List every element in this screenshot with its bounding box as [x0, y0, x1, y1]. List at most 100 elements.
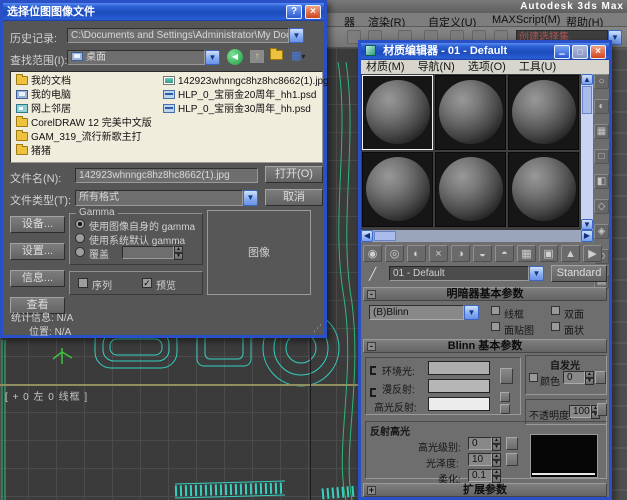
opacity-map-button[interactable]: [597, 403, 607, 416]
slots-horizontal-scrollbar[interactable]: ◀ ▶: [361, 230, 593, 242]
show-end-result-button[interactable]: ▣: [539, 245, 558, 262]
list-item[interactable]: HLP_0_宝丽金20周年_hh1.psd: [163, 90, 316, 103]
material-editor-titlebar[interactable]: 材质编辑器 - 01 - Default ▁ □ ×: [361, 43, 609, 60]
lookin-dropdown-arrow[interactable]: ▼: [205, 50, 220, 65]
color-label[interactable]: 颜色: [540, 373, 560, 388]
sample-type-button[interactable]: ○: [594, 74, 609, 89]
reset-map-button[interactable]: ×: [429, 245, 448, 262]
specular-level-spinner[interactable]: ▲▼: [492, 437, 501, 451]
menu-utilities[interactable]: 工具(U): [519, 61, 556, 73]
pick-material-eyedropper[interactable]: ╱: [369, 267, 383, 281]
faceted-checkbox[interactable]: [551, 322, 560, 331]
menu-material[interactable]: 材质(M): [366, 61, 405, 73]
list-item[interactable]: 网上邻居: [16, 104, 71, 117]
help-button[interactable]: ?: [286, 5, 302, 19]
shader-dropdown-arrow[interactable]: ▼: [464, 305, 479, 320]
specular-level-value[interactable]: 0: [468, 437, 492, 450]
show-map-in-viewport-button[interactable]: ▦: [517, 245, 536, 262]
history-dropdown-arrow[interactable]: ▼: [289, 28, 304, 43]
glossiness-spinner[interactable]: ▲▼: [492, 453, 501, 467]
menu-navigation[interactable]: 导航(N): [418, 61, 455, 73]
put-material-to-scene-button[interactable]: ◎: [385, 245, 404, 262]
gamma-image-radio[interactable]: [75, 219, 85, 229]
material-id-channel-button[interactable]: ◓: [495, 245, 514, 262]
filetype-dropdown-arrow[interactable]: ▼: [243, 190, 258, 206]
video-color-check-button[interactable]: ◧: [594, 174, 609, 189]
scroll-thumb[interactable]: [582, 86, 592, 114]
preview-label[interactable]: 预览: [156, 277, 176, 292]
two-sided-label[interactable]: 双面: [564, 306, 584, 321]
scroll-thumb[interactable]: [374, 231, 396, 241]
faceted-label[interactable]: 面状: [564, 322, 584, 337]
shader-basic-params-rollout[interactable]: - 明暗器基本参数: [363, 287, 607, 301]
self-illumination-value[interactable]: 0: [563, 371, 585, 384]
setup-button[interactable]: 设置...: [10, 243, 65, 260]
gamma-system-radio[interactable]: [75, 233, 85, 243]
list-item[interactable]: 142923whnngc8hz8hc8662(1).jpg: [163, 76, 329, 89]
material-slot[interactable]: [508, 75, 579, 150]
soften-spinner[interactable]: ▲▼: [492, 469, 501, 483]
rollout-toggle[interactable]: +: [367, 486, 376, 495]
list-item[interactable]: 我的电脑: [16, 90, 71, 103]
filename-input[interactable]: 142923whnngc8hz8hc8662(1).jpg: [75, 168, 258, 183]
list-item[interactable]: 猪猪: [16, 146, 51, 159]
sequence-checkbox[interactable]: [78, 278, 88, 288]
face-map-label[interactable]: 面贴图: [504, 322, 534, 337]
diffuse-color-swatch[interactable]: [428, 379, 490, 393]
material-slot[interactable]: [508, 152, 579, 227]
info-button[interactable]: 信息...: [10, 270, 65, 287]
options-button[interactable]: ◈: [594, 224, 609, 239]
gamma-system-label[interactable]: 使用系统默认 gamma: [89, 232, 185, 247]
soften-value[interactable]: 0.1: [468, 469, 492, 482]
back-button[interactable]: ◀: [227, 49, 243, 65]
self-illumination-map-button[interactable]: [595, 371, 606, 384]
glossiness-map-button[interactable]: [506, 453, 518, 466]
scroll-down-button[interactable]: ▼: [581, 219, 593, 230]
gamma-override-label[interactable]: 覆盖: [89, 246, 109, 261]
rollout-toggle[interactable]: -: [367, 342, 376, 351]
make-material-copy-button[interactable]: ◑: [451, 245, 470, 262]
sample-uv-tiling-button[interactable]: □: [594, 149, 609, 164]
two-sided-checkbox[interactable]: [551, 306, 560, 315]
material-name-dropdown-arrow[interactable]: ▼: [529, 266, 544, 281]
list-item[interactable]: 我的文档: [16, 76, 71, 89]
get-material-button[interactable]: ◉: [363, 245, 382, 262]
material-type-button[interactable]: Standard: [551, 265, 607, 282]
material-slot[interactable]: [362, 75, 433, 150]
scroll-left-button[interactable]: ◀: [361, 230, 373, 242]
history-combo[interactable]: C:\Documents and Settings\Administrator\…: [67, 28, 289, 43]
diffuse-map-button[interactable]: [500, 392, 510, 402]
wire-checkbox[interactable]: [491, 306, 500, 315]
gamma-override-spinner[interactable]: ▲▼: [174, 246, 183, 260]
minimize-button[interactable]: ▁: [554, 45, 570, 59]
filetype-combo[interactable]: 所有格式: [75, 190, 243, 206]
specular-level-map-button[interactable]: [506, 437, 518, 450]
self-illumination-spinner[interactable]: ▲▼: [585, 371, 594, 385]
extended-params-rollout[interactable]: + 扩展参数: [363, 483, 607, 497]
go-to-parent-button[interactable]: ▲: [561, 245, 580, 262]
gamma-override-radio[interactable]: [75, 247, 85, 257]
diffuse-specular-lock-icon[interactable]: [370, 388, 376, 397]
gamma-image-label[interactable]: 使用图像自身的 gamma: [89, 218, 195, 233]
blinn-basic-params-rollout[interactable]: - Blinn 基本参数: [363, 339, 607, 353]
material-slot[interactable]: [435, 152, 506, 227]
assign-material-to-selection-button[interactable]: ◐: [407, 245, 426, 262]
specular-map-button[interactable]: [500, 404, 510, 414]
ambient-diffuse-lock-icon[interactable]: [370, 366, 376, 375]
make-preview-button[interactable]: ◇: [594, 199, 609, 214]
open-button[interactable]: 打开(O): [265, 166, 323, 183]
devices-button[interactable]: 设备...: [10, 216, 65, 233]
list-item[interactable]: CorelDRAW 12 完美中文版: [16, 118, 152, 131]
material-slot[interactable]: [435, 75, 506, 150]
resize-grip[interactable]: ⋰: [313, 324, 322, 333]
wire-label[interactable]: 线框: [504, 306, 524, 321]
background-button[interactable]: ▦: [594, 124, 609, 139]
sequence-label[interactable]: 序列: [92, 277, 112, 292]
menu-options[interactable]: 选项(O): [468, 61, 506, 73]
up-one-level-button[interactable]: ↑: [249, 49, 265, 64]
ambient-color-swatch[interactable]: [428, 361, 490, 375]
maximize-button[interactable]: □: [572, 45, 588, 59]
command-panel[interactable]: [610, 48, 627, 500]
opacity-value[interactable]: 100: [569, 405, 591, 418]
material-slot[interactable]: [362, 152, 433, 227]
